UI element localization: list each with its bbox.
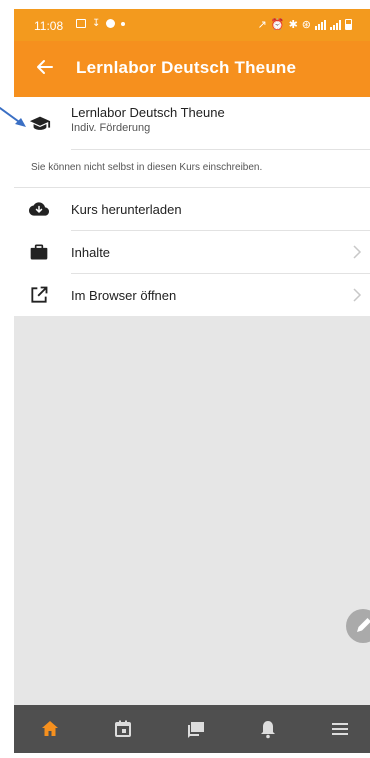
chevron-right-icon [353,288,362,302]
course-header: Lernlabor Deutsch Theune Indiv. Förderun… [14,97,370,150]
download-course-action[interactable]: Kurs herunterladen [14,188,370,230]
enrolment-notice: Sie können nicht selbst in diesen Kurs e… [31,162,263,173]
menu-icon[interactable] [328,717,352,741]
record-notification-icon [106,19,116,28]
messages-icon[interactable] [184,717,208,741]
page-title: Lernlabor Deutsch Theune [76,58,297,77]
status-bar: 11:08 ↧ ↗ ⏰ ✱ ⊛ [14,9,370,41]
cell-signal-icon [330,19,341,30]
divider [71,149,370,150]
open-in-browser-label: Im Browser öffnen [71,288,177,303]
bottom-navigation [14,705,370,753]
notification-icons: ↧ [76,18,126,29]
home-icon[interactable] [38,717,62,741]
edit-fab-button[interactable] [346,609,370,643]
nfc-icon: ↗ [257,19,267,31]
bell-icon[interactable] [256,717,280,741]
status-time: 11:08 [34,19,64,33]
open-in-browser-action[interactable]: Im Browser öffnen [14,274,370,316]
battery-icon [345,19,352,30]
bluetooth-icon: ✱ [288,19,298,31]
wifi-signal-icon [315,19,326,30]
mute-icon: ⊛ [301,19,311,31]
more-notifications-icon [121,21,126,26]
download-course-label: Kurs herunterladen [71,202,182,217]
back-arrow-icon[interactable] [32,55,56,79]
course-options-panel: Lernlabor Deutsch Theune Indiv. Förderun… [14,97,370,316]
gallery-notification-icon [76,19,86,28]
graduation-cap-icon [29,116,51,130]
chevron-right-icon [353,245,362,259]
system-icons: ↗ ⏰ ✱ ⊛ [258,18,352,31]
course-title: Lernlabor Deutsch Theune [71,105,225,120]
download-notification-icon: ↧ [92,18,101,29]
course-subtitle: Indiv. Förderung [71,122,151,134]
alarm-icon: ⏰ [270,19,285,31]
briefcase-icon [30,244,48,260]
pencil-icon [357,618,370,632]
calendar-icon[interactable] [111,717,135,741]
phone-screen: 11:08 ↧ ↗ ⏰ ✱ ⊛ Lernlabor Deutsch Theune [14,9,370,753]
app-bar: Lernlabor Deutsch Theune [14,41,370,97]
contents-label: Inhalte [71,245,111,260]
open-external-icon [31,286,48,303]
cloud-download-icon [29,202,49,216]
contents-action[interactable]: Inhalte [14,231,370,273]
annotation-arrow-icon [0,107,26,127]
